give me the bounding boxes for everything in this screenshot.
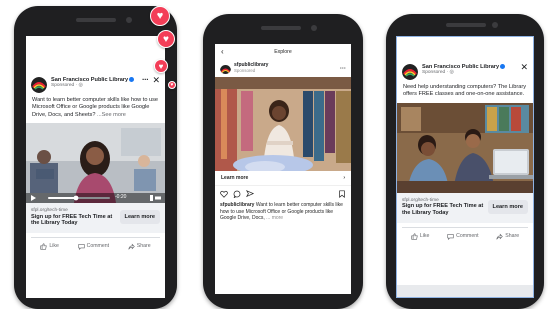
see-more-link[interactable]: ...See more xyxy=(97,112,126,118)
ad-image[interactable] xyxy=(397,102,533,193)
back-arrow-icon[interactable]: ‹ xyxy=(221,47,224,56)
sponsored-label: Sponsored · ◎ xyxy=(51,83,83,89)
next-post-placeholder xyxy=(397,285,533,297)
phone-speaker xyxy=(76,18,116,22)
phone-camera xyxy=(126,17,132,23)
heart-reaction-icon: ♥ xyxy=(154,59,168,73)
comment-button[interactable]: Comment xyxy=(447,233,479,240)
ad-video[interactable]: -0:20 xyxy=(26,122,165,203)
caption-username[interactable]: sfpubliclibrary xyxy=(220,202,254,208)
globe-icon: ◎ xyxy=(449,70,454,76)
caption-more-link[interactable]: ... more xyxy=(266,215,283,221)
video-frame-image xyxy=(26,122,165,203)
comment-icon xyxy=(77,244,85,250)
chevron-right-icon: › xyxy=(343,175,345,181)
sponsored-label: Sponsored · ◎ xyxy=(422,70,454,76)
globe-icon: ◎ xyxy=(78,83,83,89)
cta-bar[interactable]: sfpl.org/tech-time Sign up for FREE Tech… xyxy=(26,202,165,233)
share-arrow-icon xyxy=(128,243,135,250)
share-button[interactable]: Share xyxy=(496,233,519,240)
sfpl-logo[interactable] xyxy=(402,64,418,80)
ad-photo xyxy=(215,77,351,171)
like-button[interactable]: Like xyxy=(40,243,59,250)
comment-button[interactable]: Comment xyxy=(77,243,109,250)
heart-reaction-icon: ♥ xyxy=(168,81,176,89)
ig-caption: sfpubliclibrary Want to learn better com… xyxy=(220,202,343,221)
close-icon[interactable]: ✕ xyxy=(520,63,528,72)
ad-text: Want to learn better computer skills lik… xyxy=(32,97,159,118)
like-button[interactable]: Like xyxy=(411,233,429,240)
verified-badge-icon xyxy=(129,77,135,83)
send-icon[interactable] xyxy=(246,190,254,198)
ig-post-header: sfpubliclibrary Sponsored ··· xyxy=(215,60,351,77)
bookmark-icon[interactable] xyxy=(338,190,346,198)
cta-title: Sign up for FREE Tech Time at the Librar… xyxy=(402,203,484,216)
phone-speaker xyxy=(446,23,486,27)
action-bar: Like Comment Share xyxy=(402,226,528,240)
ig-header-title: Explore xyxy=(274,49,292,55)
phone-facebook-image-ad: San Francisco Public Library Sponsored ·… xyxy=(386,14,544,309)
sfpl-logo[interactable] xyxy=(31,77,47,93)
screen-top-spacer xyxy=(26,36,165,72)
ig-sponsored: Sponsored xyxy=(234,67,256,73)
ig-ad-image[interactable] xyxy=(215,77,351,171)
more-dots-icon[interactable]: ··· xyxy=(142,76,149,84)
phone-speaker xyxy=(261,26,301,30)
thumbs-up-icon xyxy=(40,243,48,250)
heart-reaction-icon: ♥ xyxy=(150,6,170,26)
ad-header: San Francisco Public Library Sponsored ·… xyxy=(26,72,165,95)
learn-more-button[interactable]: Learn more xyxy=(119,210,160,225)
cta-title: Sign up for FREE Tech Time at the Librar… xyxy=(31,213,113,227)
cta-bar[interactable]: sfpl.org/tech-time Sign up for FREE Tech… xyxy=(397,192,533,223)
phone-camera xyxy=(492,22,498,28)
thumbs-up-icon xyxy=(411,233,418,240)
learn-more-button[interactable]: Learn more xyxy=(487,200,528,215)
more-dots-icon[interactable]: ··· xyxy=(340,66,346,72)
verified-badge-icon xyxy=(500,64,506,70)
close-icon[interactable]: ✕ xyxy=(152,76,160,85)
ad-text: Need help understanding computers? The L… xyxy=(403,84,527,98)
ig-topbar: ‹ Explore xyxy=(215,44,351,60)
video-time: -0:20 xyxy=(115,193,127,200)
comment-icon xyxy=(447,233,454,240)
share-arrow-icon xyxy=(496,233,504,240)
ig-action-icons xyxy=(215,186,351,202)
ig-learn-more-label: Learn more xyxy=(221,175,249,181)
phone-screen: San Francisco Public Library Sponsored ·… xyxy=(396,36,534,298)
share-button[interactable]: Share xyxy=(128,243,151,250)
comment-bubble-icon[interactable] xyxy=(233,190,241,198)
ig-username[interactable]: sfpubliclibrary Sponsored xyxy=(234,63,268,73)
phone-instagram-ad: ‹ Explore sfpubliclibrary Sponsored ··· xyxy=(203,14,363,309)
heart-icon[interactable] xyxy=(220,190,228,198)
phone-screen: ‹ Explore sfpubliclibrary Sponsored ··· xyxy=(215,44,351,294)
heart-reaction-icon: ♥ xyxy=(157,30,175,48)
sfpl-logo[interactable] xyxy=(220,63,231,74)
phone-camera xyxy=(311,25,317,31)
phone-facebook-video-ad: San Francisco Public Library Sponsored ·… xyxy=(14,6,177,309)
action-bar: Like Comment Share xyxy=(31,236,160,250)
ig-learn-more-bar[interactable]: Learn more › xyxy=(215,171,351,186)
ad-photo xyxy=(397,102,533,193)
screen-top-spacer xyxy=(397,37,533,59)
phone-screen: San Francisco Public Library Sponsored ·… xyxy=(26,36,165,298)
ad-header: San Francisco Public Library Sponsored ·… xyxy=(397,59,533,82)
